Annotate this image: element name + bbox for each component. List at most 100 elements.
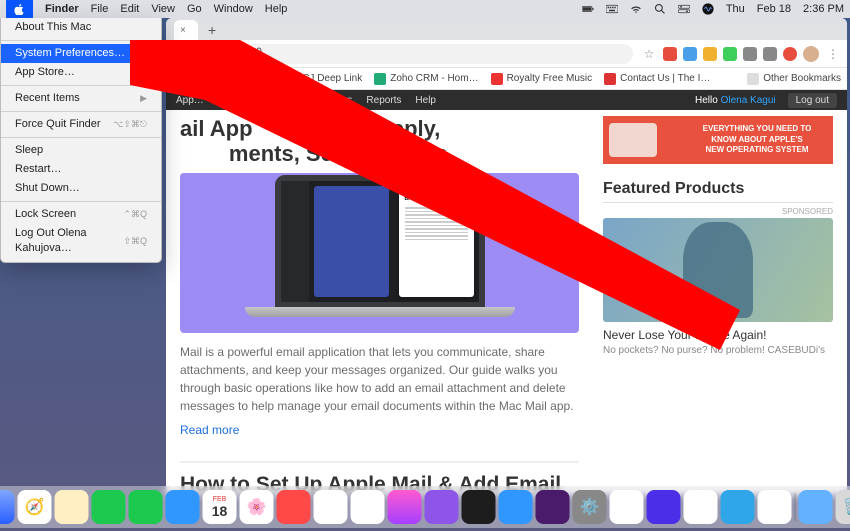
site-nav-item[interactable]: Help — [415, 95, 436, 106]
menu-system-preferences[interactable]: System Preferences… — [1, 44, 161, 63]
site-nav-item[interactable]: Custom filters — [291, 95, 352, 106]
dock-app-icon[interactable] — [758, 490, 792, 524]
menu-force-quit[interactable]: Force Quit Finder⌥⇧⌘⎋ — [1, 115, 161, 134]
dock-settings-icon[interactable]: ⚙️ — [573, 490, 607, 524]
dock-messages-icon[interactable] — [92, 490, 126, 524]
siri-icon[interactable] — [702, 3, 714, 15]
dock-app-icon[interactable] — [277, 490, 311, 524]
dock-chrome-icon[interactable] — [55, 490, 89, 524]
menu-lock-screen[interactable]: Lock Screen⌃⌘Q — [1, 205, 161, 224]
dock-finder-icon[interactable] — [0, 490, 15, 524]
extension-icon[interactable] — [763, 47, 777, 61]
other-bookmarks[interactable]: Other Bookmarks — [747, 73, 841, 85]
dock-slack-icon[interactable] — [536, 490, 570, 524]
dock-trash-icon[interactable]: 🗑️ — [836, 490, 850, 524]
new-tab-button[interactable]: + — [198, 20, 226, 40]
menu-about-mac[interactable]: About This Mac — [1, 18, 161, 37]
dock-downloads-icon[interactable] — [799, 490, 833, 524]
dock-app-icon[interactable] — [351, 490, 385, 524]
dock: 🧭 FEB18 🌸 ⚙️ 🗑️ — [0, 486, 850, 528]
featured-heading: Featured Products — [603, 180, 833, 198]
bookmark-item[interactable]: CJ Deep Link — [286, 73, 362, 85]
clock-date[interactable]: Feb 18 — [757, 3, 791, 15]
battery-icon[interactable] — [582, 3, 594, 15]
dock-safari-icon[interactable]: 🧭 — [18, 490, 52, 524]
reload-button[interactable]: ⟳ — [220, 47, 236, 61]
article-title: ail App d, Reply, ments, Searc re — [180, 116, 579, 167]
extension-icon[interactable] — [783, 47, 797, 61]
menu-go[interactable]: Go — [187, 3, 202, 15]
dock-app-icon[interactable] — [684, 490, 718, 524]
dock-app-icon[interactable] — [610, 490, 644, 524]
menu-recent-items[interactable]: Recent Items▶ — [1, 89, 161, 108]
bookmark-item[interactable]: Royalty Free Music — [491, 73, 593, 85]
site-nav-item[interactable]: App… — [176, 95, 204, 106]
hero-image: BRIDGET KELAHEE — [180, 173, 579, 333]
article-body: Mail is a powerful email application tha… — [180, 343, 579, 415]
divider — [603, 202, 833, 203]
greeting: Hello Olena Kagui — [695, 95, 776, 106]
tab-strip: × + — [166, 18, 847, 40]
dock-app-icon[interactable] — [314, 490, 348, 524]
dock-app-icon[interactable] — [647, 490, 681, 524]
extension-icon[interactable] — [683, 47, 697, 61]
extension-icon[interactable] — [723, 47, 737, 61]
browser-tab[interactable]: × — [174, 20, 198, 40]
forward-button[interactable]: → — [196, 47, 212, 61]
dock-facetime-icon[interactable] — [129, 490, 163, 524]
lock-icon — [254, 47, 264, 60]
menu-restart[interactable]: Restart… — [1, 160, 161, 179]
logout-button[interactable]: Log out — [788, 93, 837, 108]
read-more-link[interactable]: Read more — [180, 423, 239, 437]
menu-view[interactable]: View — [151, 3, 175, 15]
control-center-icon[interactable] — [678, 3, 690, 15]
bookmark-star-icon[interactable]: ☆ — [641, 47, 657, 61]
bookmark-item[interactable]: 2016/2017 China… — [172, 73, 274, 85]
banner-ad[interactable]: EVERYTHING YOU NEED TO KNOW ABOUT APPLE'… — [603, 116, 833, 164]
dock-photos-icon[interactable]: 🌸 — [240, 490, 274, 524]
bookmark-item[interactable]: Zoho CRM - Hom… — [374, 73, 478, 85]
extension-icon[interactable] — [703, 47, 717, 61]
dock-podcasts-icon[interactable] — [425, 490, 459, 524]
menu-window[interactable]: Window — [214, 3, 253, 15]
phone-icon — [609, 123, 657, 157]
menu-edit[interactable]: Edit — [120, 3, 139, 15]
menu-help[interactable]: Help — [265, 3, 288, 15]
menu-sleep[interactable]: Sleep — [1, 141, 161, 160]
clock-time[interactable]: 2:36 PM — [803, 3, 844, 15]
dock-music-icon[interactable] — [388, 490, 422, 524]
extension-icon[interactable] — [663, 47, 677, 61]
extension-icon[interactable] — [743, 47, 757, 61]
profile-avatar[interactable] — [803, 46, 819, 62]
site-nav-item[interactable]: Reports — [366, 95, 401, 106]
dock-tv-icon[interactable] — [462, 490, 496, 524]
clock-day[interactable]: Thu — [726, 3, 745, 15]
menubar: Finder File Edit View Go Window Help Thu… — [0, 0, 850, 18]
app-name[interactable]: Finder — [45, 3, 79, 15]
browser-window: × + ← → ⟳ ☆ ⋮ 2016/2017 China… CJ Deep L… — [166, 18, 847, 495]
site-nav-item[interactable]: Configuration — [218, 95, 277, 106]
wifi-icon[interactable] — [630, 3, 642, 15]
menu-log-out[interactable]: Log Out Olena Kahujova…⇧⌘Q — [1, 224, 161, 258]
keyboard-icon[interactable] — [606, 3, 618, 15]
page-content: ail App d, Reply, ments, Searc re BRIDGE… — [166, 110, 847, 495]
tab-close-icon[interactable]: × — [180, 25, 186, 36]
bookmark-item[interactable]: Contact Us | The I… — [604, 73, 710, 85]
dock-mail-icon[interactable] — [166, 490, 200, 524]
search-icon[interactable] — [654, 3, 666, 15]
apple-dropdown: About This Mac System Preferences… App S… — [0, 18, 162, 263]
back-button[interactable]: ← — [172, 47, 188, 61]
product-image[interactable] — [603, 218, 833, 322]
dock-app-icon[interactable] — [721, 490, 755, 524]
dock-calendar-icon[interactable]: FEB18 — [203, 490, 237, 524]
apple-menu-button[interactable] — [6, 0, 33, 18]
product-title[interactable]: Never Lose Your Phone Again! — [603, 328, 833, 342]
dock-appstore-icon[interactable] — [499, 490, 533, 524]
menu-app-store[interactable]: App Store… — [1, 63, 161, 82]
product-subtitle: No pockets? No purse? No problem! CASEBU… — [603, 345, 833, 356]
sponsored-label: SPONSORED — [603, 207, 833, 216]
chrome-menu-icon[interactable]: ⋮ — [825, 47, 841, 61]
menu-shutdown[interactable]: Shut Down… — [1, 179, 161, 198]
address-bar[interactable] — [244, 44, 633, 64]
menu-file[interactable]: File — [91, 3, 109, 15]
